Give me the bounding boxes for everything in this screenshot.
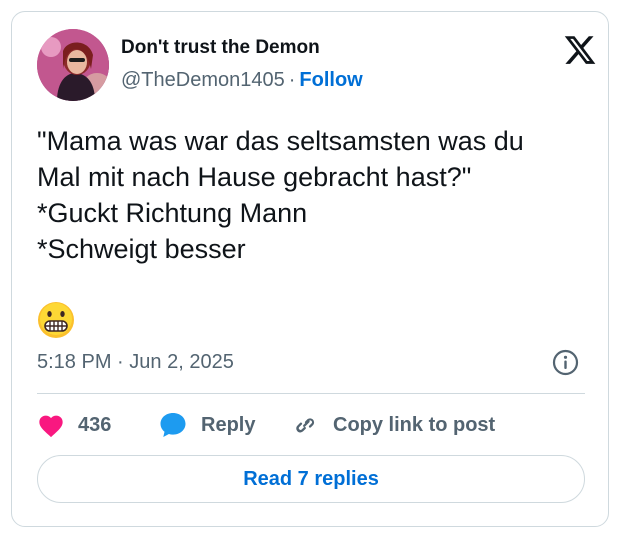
user-handle[interactable]: @TheDemon1405 (121, 69, 285, 91)
copy-link-label: Copy link to post (333, 413, 496, 436)
follow-button[interactable]: Follow (299, 69, 362, 91)
like-button[interactable]: 436 (37, 410, 111, 440)
tweet-timestamp[interactable]: 5:18 PM · Jun 2, 2025 (37, 350, 234, 374)
tweet-line: *Guckt Richtung Mann (37, 198, 308, 228)
grimacing-face-emoji (37, 301, 75, 339)
tweet-date: Jun 2, 2025 (129, 351, 234, 373)
x-logo-icon[interactable] (563, 33, 597, 67)
tweet-line: *Schweigt besser (37, 234, 246, 264)
meta-separator: · (117, 351, 124, 373)
tweet-line: "Mama was war das seltsamsten was du (37, 126, 524, 156)
display-name[interactable]: Don't trust the Demon (121, 37, 363, 59)
reply-label: Reply (201, 413, 256, 436)
speech-bubble-icon (160, 413, 186, 437)
divider (37, 393, 585, 394)
reply-button[interactable]: Reply (159, 410, 255, 440)
tweet-header: Don't trust the Demon @TheDemon1405 · Foll… (37, 29, 597, 101)
like-count: 436 (78, 413, 112, 436)
tweet-card: Don't trust the Demon @TheDemon1405 · Foll… (11, 11, 609, 527)
heart-icon (39, 415, 63, 438)
read-replies-button[interactable]: Read 7 replies (37, 455, 585, 503)
author-info: Don't trust the Demon @TheDemon1405 · Foll… (121, 37, 363, 92)
copy-link-button[interactable]: Copy link to post (291, 410, 495, 440)
tweet-line: Mal mit nach Hause gebracht hast?" (37, 162, 472, 192)
read-replies-label: Read 7 replies (243, 467, 379, 490)
tweet-text: "Mama was war das seltsamsten was du Mal… (37, 123, 597, 267)
info-icon[interactable] (552, 349, 579, 376)
link-icon (296, 418, 315, 433)
avatar[interactable] (37, 29, 109, 101)
handle-separator: · (288, 69, 296, 91)
handle-row: @TheDemon1405 · Follow (121, 68, 363, 92)
tweet-time: 5:18 PM (37, 351, 112, 373)
action-bar: 436 Reply Copy link to post (37, 410, 597, 440)
